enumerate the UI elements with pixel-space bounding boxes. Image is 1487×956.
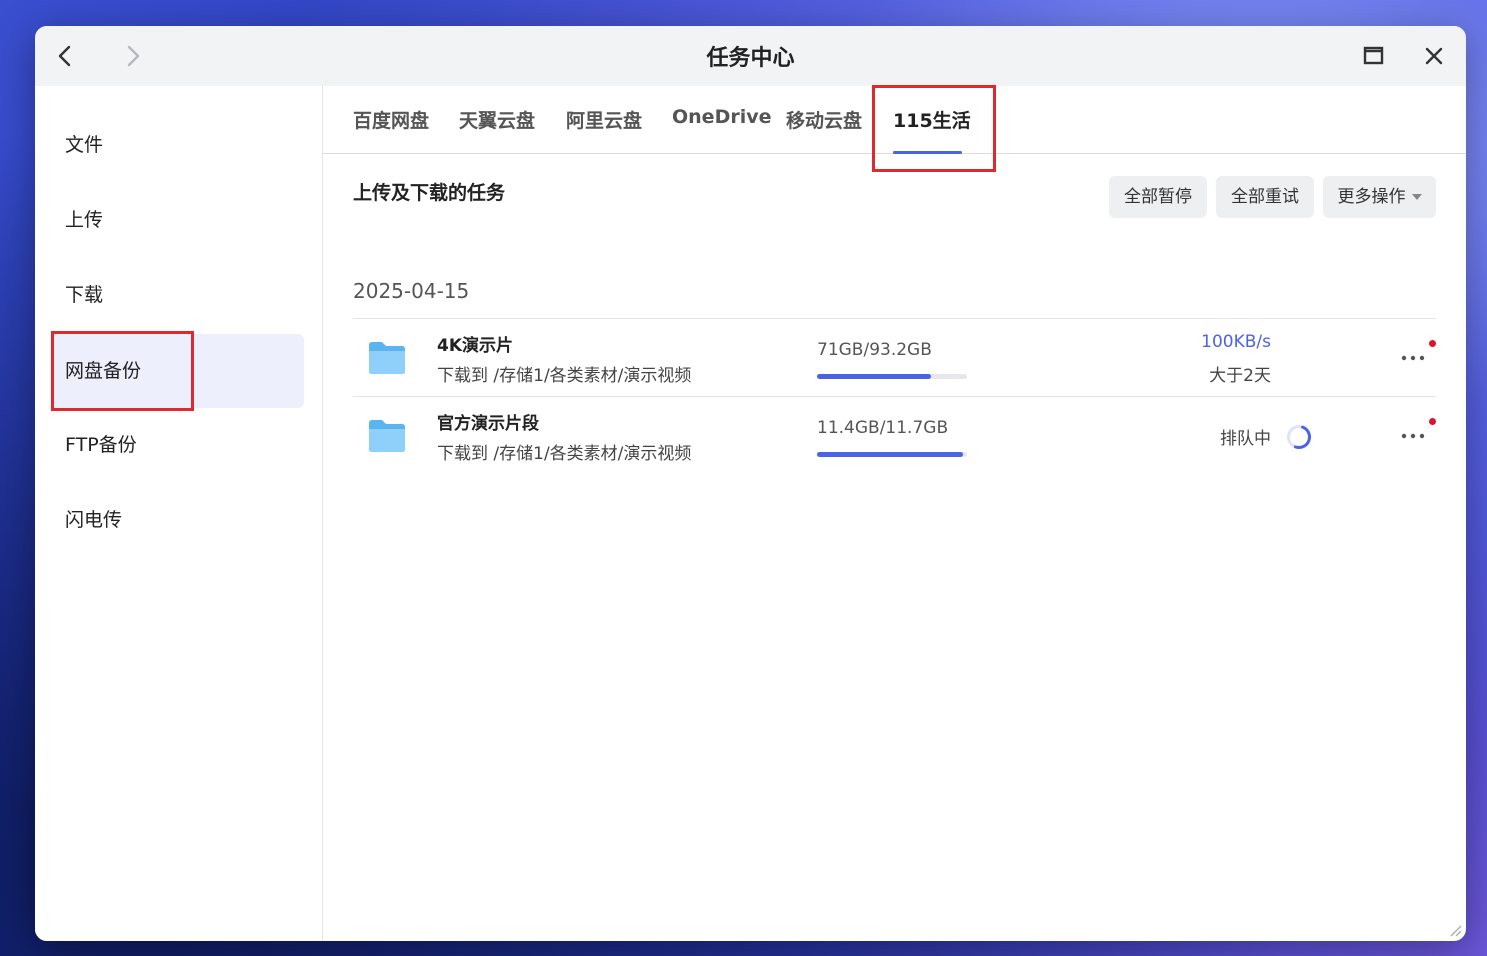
maximize-icon: [1363, 46, 1384, 65]
more-horizontal-icon[interactable]: [1399, 345, 1429, 369]
window-title: 任务中心: [706, 46, 795, 71]
title-bar: 任务中心: [35, 26, 1466, 86]
sidebar-item-cloud-backup[interactable]: 网盘备份: [51, 334, 304, 408]
tab-baidu[interactable]: 百度网盘: [353, 106, 429, 133]
queue-status: 排队中: [1220, 429, 1271, 449]
time-remaining: 大于2天: [1209, 366, 1271, 386]
tab-mobile-cloud[interactable]: 移动云盘: [786, 106, 862, 133]
loading-spinner-icon: [1287, 425, 1311, 449]
cloud-tabs: 百度网盘 天翼云盘 阿里云盘 OneDrive 移动云盘 115生活: [323, 86, 1466, 154]
task-size: 71GB/93.2GB: [817, 340, 932, 360]
section-title: 上传及下载的任务: [353, 182, 506, 204]
task-center-window: 任务中心 文件 上传 下载 网盘备份 FTP备份 闪电传 百度网盘 天翼云盘 阿…: [35, 26, 1466, 941]
folder-icon: [369, 342, 405, 374]
notification-dot: [1429, 418, 1436, 425]
close-icon: [1425, 47, 1443, 65]
tab-onedrive[interactable]: OneDrive: [672, 106, 772, 128]
main-panel: 百度网盘 天翼云盘 阿里云盘 OneDrive 移动云盘 115生活 上传及下载…: [323, 86, 1466, 941]
more-actions-button[interactable]: 更多操作: [1323, 176, 1436, 218]
task-size: 11.4GB/11.7GB: [817, 418, 949, 438]
transfer-speed: 100KB/s: [1201, 332, 1271, 352]
retry-all-button[interactable]: 全部重试: [1216, 176, 1314, 218]
task-row[interactable]: 4K演示片 下载到 /存储1/各类素材/演示视频 71GB/93.2GB 100…: [353, 319, 1436, 397]
progress-fill: [817, 374, 931, 379]
progress-bar: [817, 374, 967, 379]
close-button[interactable]: [1419, 41, 1449, 71]
tab-tianyi[interactable]: 天翼云盘: [459, 106, 535, 133]
folder-icon: [369, 420, 405, 452]
more-actions-label: 更多操作: [1337, 187, 1406, 207]
resize-grip-icon[interactable]: [1448, 923, 1462, 937]
task-name: 4K演示片: [437, 336, 514, 356]
sidebar-item-download[interactable]: 下载: [51, 258, 304, 332]
date-group-label: 2025-04-15: [353, 279, 470, 303]
sidebar-item-upload[interactable]: 上传: [51, 183, 304, 257]
more-horizontal-icon[interactable]: [1399, 423, 1429, 447]
caret-down-icon: [1411, 194, 1422, 200]
active-tab-indicator: [893, 151, 962, 154]
task-row[interactable]: 官方演示片段 下载到 /存储1/各类素材/演示视频 11.4GB/11.7GB …: [353, 397, 1436, 475]
task-name: 官方演示片段: [437, 414, 539, 434]
sidebar: 文件 上传 下载 网盘备份 FTP备份 闪电传: [35, 86, 323, 941]
sidebar-item-ftp-backup[interactable]: FTP备份: [51, 408, 304, 482]
tab-115[interactable]: 115生活: [893, 106, 971, 133]
notification-dot: [1429, 340, 1436, 347]
task-path: 下载到 /存储1/各类素材/演示视频: [437, 366, 692, 386]
sidebar-item-flash-transfer[interactable]: 闪电传: [51, 483, 304, 557]
task-path: 下载到 /存储1/各类素材/演示视频: [437, 444, 692, 464]
progress-bar: [817, 452, 967, 457]
tab-aliyun[interactable]: 阿里云盘: [566, 106, 642, 133]
sidebar-item-files[interactable]: 文件: [51, 108, 304, 182]
progress-fill: [817, 452, 964, 457]
maximize-button[interactable]: [1359, 41, 1389, 71]
pause-all-button[interactable]: 全部暂停: [1109, 176, 1207, 218]
